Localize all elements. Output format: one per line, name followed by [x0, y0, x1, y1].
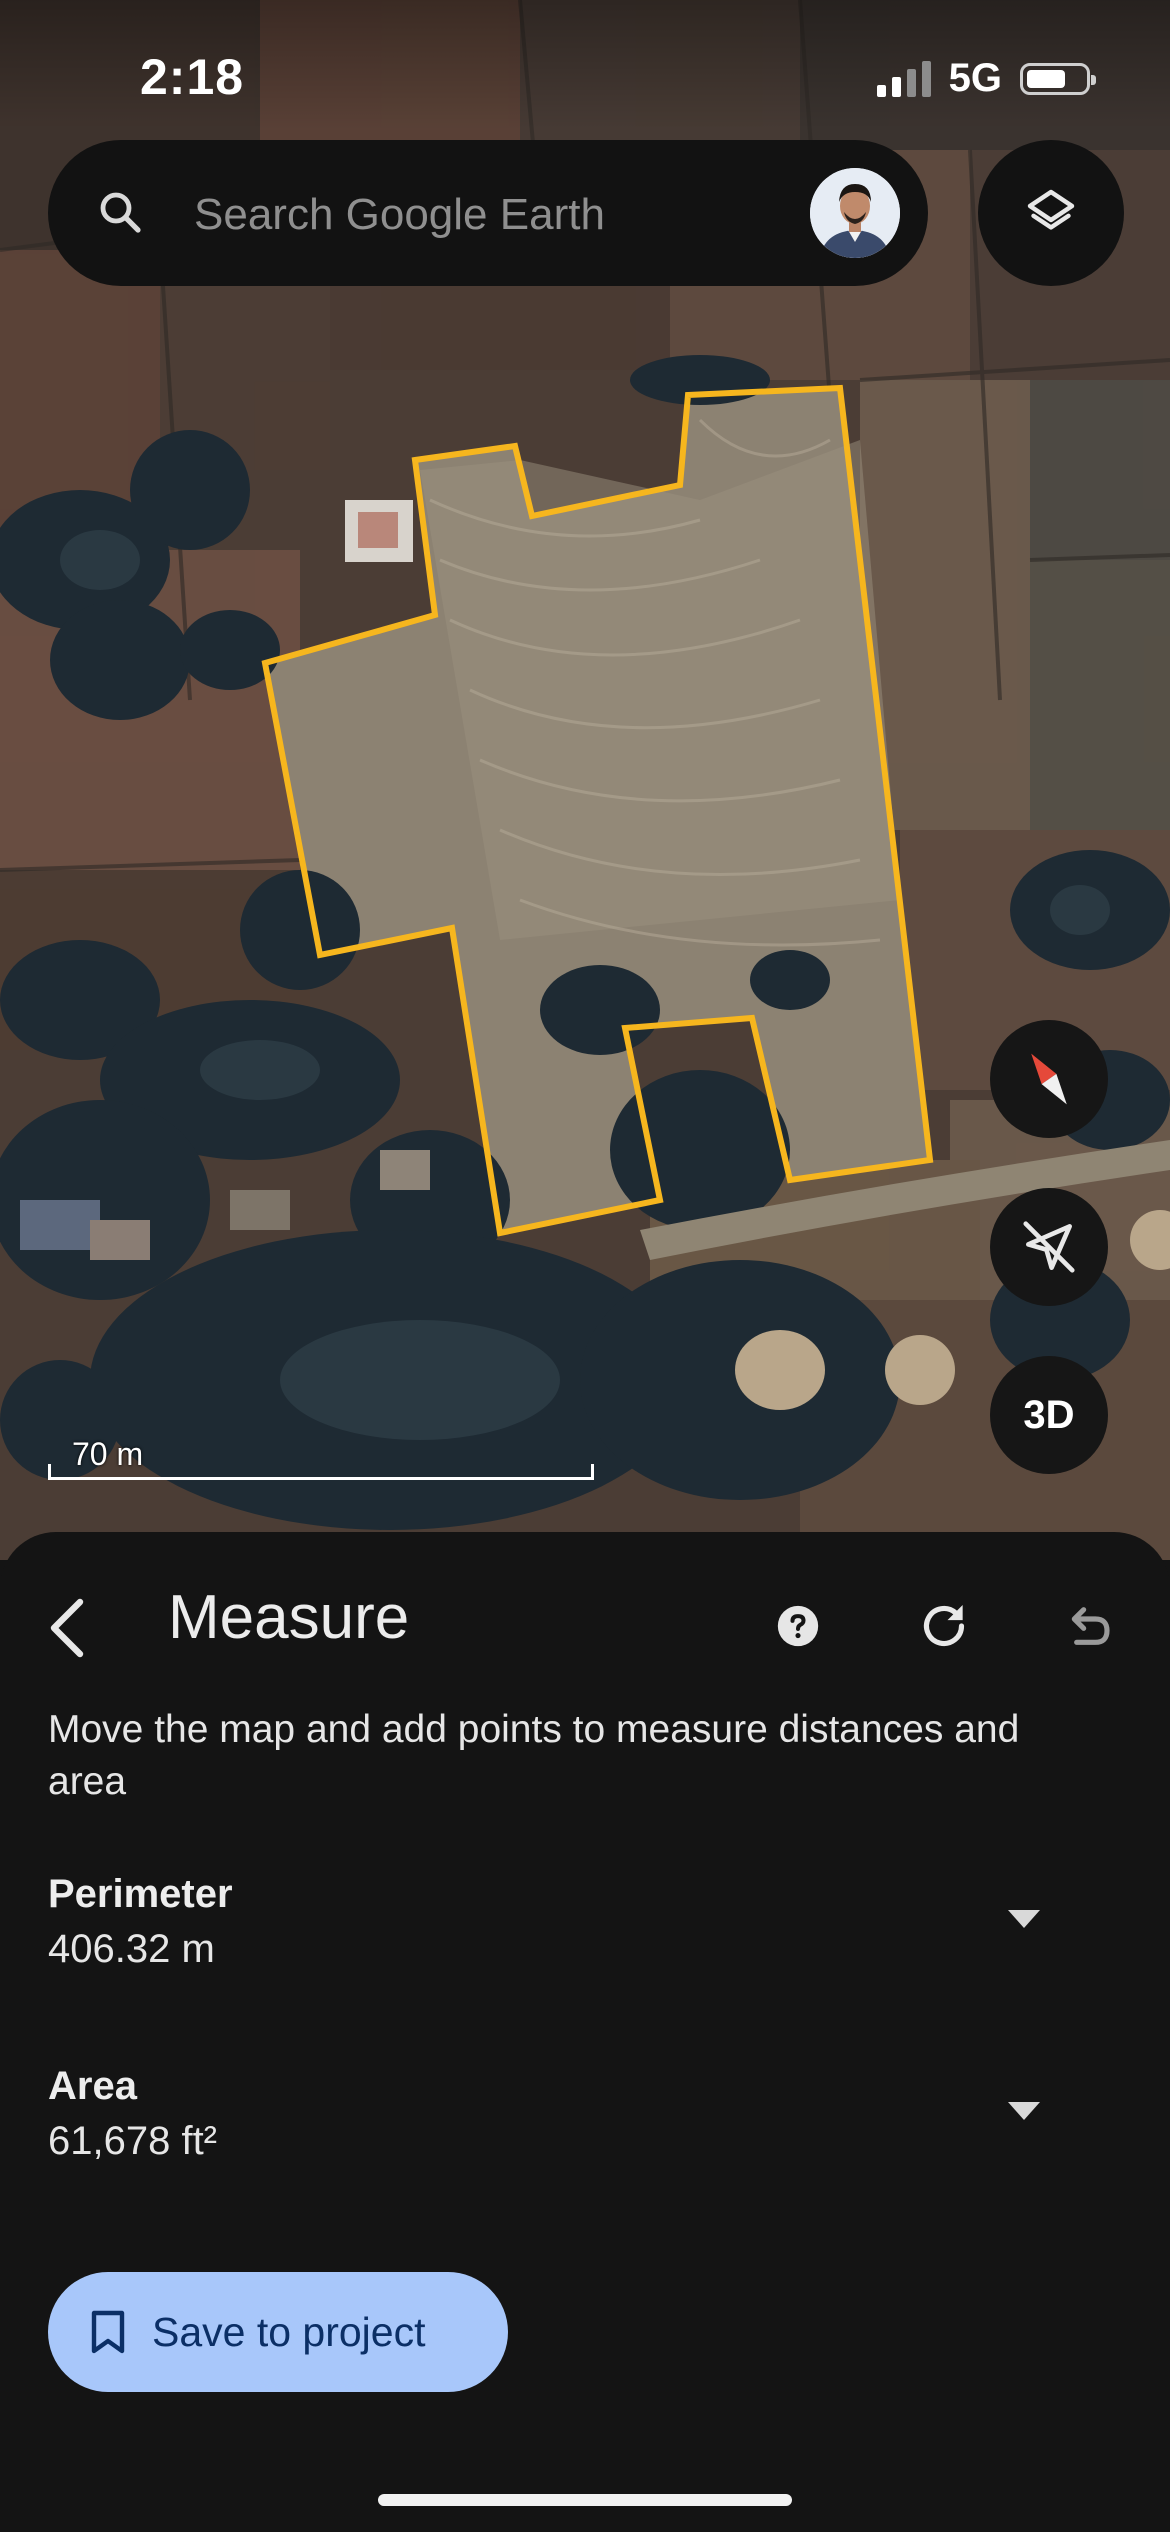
back-arrow-icon [50, 1598, 84, 1658]
avatar[interactable] [810, 168, 900, 258]
chevron-down-icon[interactable] [1008, 2102, 1040, 2120]
reset-button[interactable] [906, 1588, 982, 1664]
bookmark-icon [91, 2310, 125, 2354]
location-button[interactable] [990, 1188, 1108, 1306]
status-time: 2:18 [140, 49, 245, 105]
cellular-signal-icon [876, 60, 931, 97]
undo-icon [1071, 1607, 1110, 1645]
battery-icon [1020, 62, 1096, 95]
area-label: Area [48, 2064, 137, 2108]
map-view[interactable]: 2:18 5G Search Google Earth 3D 70 m [0, 0, 1170, 1560]
help-button[interactable] [766, 1594, 830, 1658]
network-type: 5G [948, 56, 1002, 100]
help-icon [777, 1605, 819, 1647]
area-value: 61,678 ft² [48, 2119, 218, 2163]
perimeter-row[interactable]: Perimeter 406.32 m [48, 1872, 1108, 2012]
measure-panel: Measure Move the map and add points to m… [0, 1532, 1170, 2532]
save-button-label: Save to project [152, 2308, 426, 2355]
layers-button[interactable] [978, 140, 1124, 286]
scale-line [48, 1464, 594, 1480]
area-row[interactable]: Area 61,678 ft² [48, 2064, 1108, 2204]
search-bar[interactable] [48, 140, 928, 286]
profile-photo [810, 168, 900, 258]
save-to-project-button[interactable]: Save to project [48, 2272, 508, 2392]
home-indicator[interactable] [378, 2494, 792, 2506]
panel-title: Measure [168, 1583, 410, 1652]
3d-toggle-button[interactable]: 3D [990, 1356, 1108, 1474]
compass-icon [1031, 1053, 1067, 1105]
search-icon [100, 192, 141, 233]
layers-icon [1027, 189, 1075, 230]
chevron-down-icon[interactable] [1008, 1910, 1040, 1928]
location-off-icon [1023, 1221, 1075, 1273]
measure-instructions: Move the map and add points to measure d… [48, 1708, 1020, 1803]
refresh-icon [923, 1605, 965, 1647]
search-input[interactable] [192, 174, 816, 256]
perimeter-label: Perimeter [48, 1872, 233, 1916]
back-button[interactable] [34, 1588, 98, 1668]
undo-button[interactable] [1048, 1588, 1124, 1664]
compass-button[interactable] [990, 1020, 1108, 1138]
perimeter-value: 406.32 m [48, 1927, 215, 1971]
scale-bar: 70 m [48, 1436, 596, 1480]
status-indicators: 5G [876, 56, 1096, 101]
